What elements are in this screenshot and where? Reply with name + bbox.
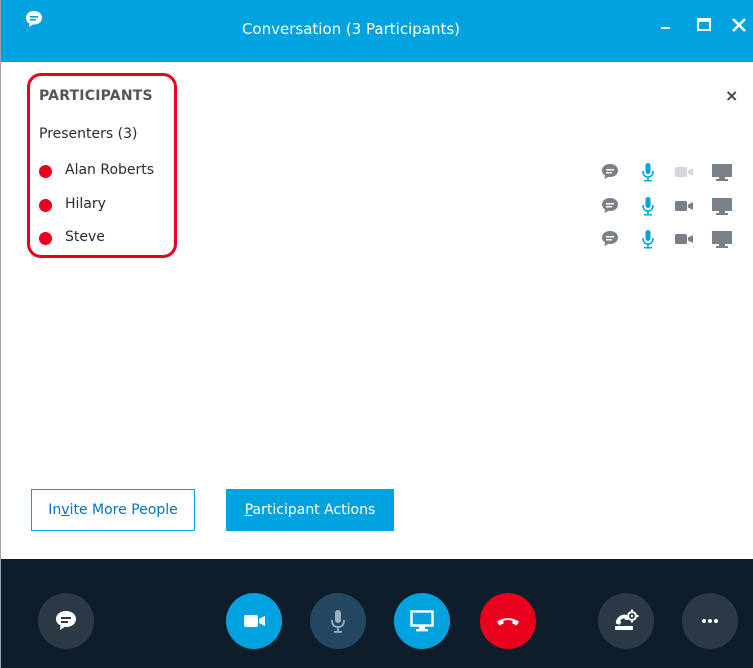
hang-up-button[interactable] — [480, 593, 536, 649]
minimize-icon — [661, 27, 670, 29]
presence-status-icon — [39, 165, 52, 178]
presence-status-icon — [39, 232, 52, 245]
invite-label-part: In — [48, 502, 62, 518]
call-control-bar — [1, 559, 753, 668]
maximize-icon — [697, 18, 711, 31]
participant-modalities — [599, 194, 739, 218]
minimize-button[interactable] — [655, 14, 677, 36]
phone-hangup-icon — [497, 618, 519, 626]
participant-row[interactable]: Hilary — [39, 194, 739, 218]
close-icon — [732, 18, 746, 32]
microphone-icon — [642, 197, 654, 216]
video-camera-icon — [675, 201, 693, 211]
chat-icon — [602, 198, 618, 213]
chat-icon — [602, 231, 618, 246]
screen-share-icon — [712, 231, 732, 248]
microphone-icon — [642, 230, 654, 249]
participant-modalities — [599, 227, 739, 251]
more-options-button[interactable] — [682, 593, 738, 649]
phone-gear-icon — [615, 609, 639, 630]
conversation-window: Conversation (3 Participants) PARTICIPAN… — [0, 0, 753, 668]
participant-modalities — [599, 160, 739, 184]
screen-share-icon — [712, 198, 732, 215]
close-icon: × — [725, 86, 739, 105]
invite-label-accelerator: v — [61, 502, 70, 518]
ellipsis-icon — [702, 619, 718, 623]
screen-share-icon — [712, 164, 732, 181]
participant-row[interactable]: Alan Roberts — [39, 160, 739, 184]
participant-name: Hilary — [65, 196, 106, 212]
participant-row[interactable]: Steve — [39, 227, 739, 251]
participant-actions-label-part: articipant Actions — [252, 502, 376, 518]
invite-more-people-button[interactable]: Invite More People — [31, 489, 195, 531]
participant-actions-accelerator: P — [244, 502, 253, 518]
video-camera-icon — [675, 167, 693, 177]
participant-name: Alan Roberts — [65, 162, 155, 178]
invite-label-part: ite More People — [69, 502, 178, 518]
chat-icon — [602, 164, 618, 179]
video-camera-icon — [675, 234, 693, 244]
call-controls-button[interactable] — [598, 593, 654, 649]
participant-actions-button[interactable]: Participant Actions — [226, 489, 394, 531]
chat-button[interactable] — [38, 593, 94, 649]
microphone-icon — [331, 610, 345, 633]
close-participants-button[interactable]: × — [725, 86, 738, 105]
video-button[interactable] — [226, 593, 282, 649]
participants-heading: PARTICIPANTS — [39, 88, 153, 104]
close-window-button[interactable] — [728, 14, 750, 36]
participants-pane: PARTICIPANTS × Presenters (3) Alan Rober… — [1, 62, 753, 559]
participant-name: Steve — [65, 229, 105, 245]
presence-status-icon — [39, 199, 52, 212]
microphone-icon — [642, 163, 654, 182]
title-bar[interactable]: Conversation (3 Participants) — [1, 0, 753, 62]
video-camera-icon — [244, 615, 265, 627]
chat-icon — [56, 611, 76, 630]
monitor-icon — [410, 610, 434, 632]
maximize-button[interactable] — [693, 14, 715, 36]
presenters-group-label: Presenters (3) — [39, 126, 138, 142]
window-title: Conversation (3 Participants) — [241, 20, 461, 38]
mute-button[interactable] — [310, 593, 366, 649]
present-button[interactable] — [394, 593, 450, 649]
